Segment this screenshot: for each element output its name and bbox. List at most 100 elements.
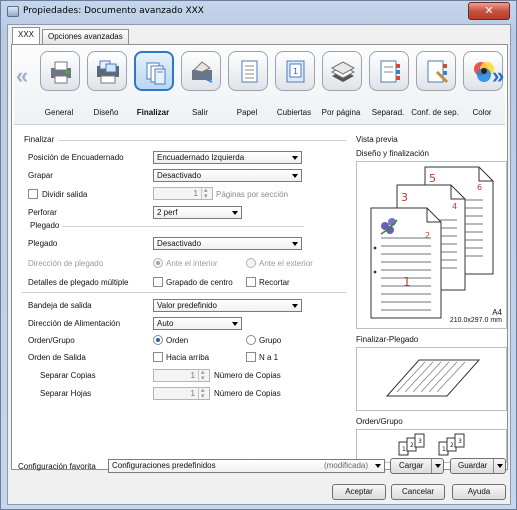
staple-label: Grapar: [28, 171, 53, 180]
fold-direction-label: Dirección de plegado: [28, 259, 104, 268]
divider: [62, 226, 304, 227]
chevron-down-icon: [292, 174, 298, 178]
feed-direction-select[interactable]: Auto: [153, 317, 242, 330]
tab-opciones-avanzadas[interactable]: Opciones avanzadas: [42, 29, 129, 44]
layout-preview: 5 6 3 4 2 1 A4 210.0x297.0 mm: [356, 161, 507, 329]
separate-copies-stepper[interactable]: 1: [153, 367, 210, 384]
split-output-checkbox[interactable]: [28, 189, 38, 199]
chevron-down-icon: [232, 211, 238, 215]
printer-app-icon: [7, 6, 19, 17]
separators-icon: [369, 51, 409, 91]
load-button-label: Cargar: [399, 461, 424, 470]
preview-panel: Vista previa Diseño y finalización 5 6 3…: [354, 127, 507, 469]
title-bar[interactable]: Propiedades: Documento avanzado XXX ✕: [1, 1, 516, 23]
toolbar-item-separad[interactable]: Separad.: [365, 51, 411, 123]
load-button[interactable]: Cargar: [390, 458, 444, 474]
chevron-down-icon[interactable]: [493, 459, 505, 473]
paper-size-mm: 210.0x297.0 mm: [449, 317, 502, 324]
group-radio[interactable]: [246, 335, 256, 345]
close-button[interactable]: ✕: [468, 2, 510, 20]
svg-text:2: 2: [450, 442, 454, 449]
chevron-down-icon: [292, 156, 298, 160]
chevron-down-icon[interactable]: [431, 459, 443, 473]
fold-outside-label: Ante el exterior: [259, 259, 313, 268]
order-radio[interactable]: [153, 335, 163, 345]
separate-sheets-label: Separar Hojas: [40, 389, 92, 398]
toolbar-item-papel[interactable]: Papel: [224, 51, 270, 123]
staple-select[interactable]: Desactivado: [153, 169, 302, 182]
favorites-select[interactable]: Configuraciones predefinidos (modificada…: [108, 459, 385, 473]
n-to-1-checkbox[interactable]: [246, 352, 256, 362]
trim-label: Recortar: [259, 278, 290, 287]
save-button[interactable]: Guardar: [450, 458, 506, 474]
divider: [22, 292, 346, 293]
chevron-down-icon: [292, 242, 298, 246]
output-tray-value: Valor predefinido: [157, 301, 217, 310]
binding-position-select[interactable]: Encuadernado Izquierda: [153, 151, 302, 164]
output-order-label: Orden de Salida: [28, 353, 86, 362]
punch-value: 2 perf: [157, 208, 178, 217]
pages-per-section-stepper[interactable]: 1: [153, 185, 213, 202]
staple-value: Desactivado: [157, 171, 202, 180]
punch-select[interactable]: 2 perf: [153, 206, 242, 219]
toolbar-item-por-pagina[interactable]: Por página: [318, 51, 364, 123]
preview-subtitle: Diseño y finalización: [356, 149, 429, 158]
toolbar-item-diseno[interactable]: Diseño: [83, 51, 129, 123]
stepper-arrows-icon[interactable]: [198, 385, 209, 402]
fold-outside-radio[interactable]: [246, 258, 256, 268]
output-icon: [181, 51, 221, 91]
properties-dialog: Propiedades: Documento avanzado XXX ✕ XX…: [0, 0, 517, 510]
face-up-checkbox[interactable]: [153, 352, 163, 362]
stepper-arrows-icon[interactable]: [198, 367, 209, 384]
separate-sheets-stepper[interactable]: 1: [153, 385, 210, 402]
covers-icon: 1: [275, 51, 315, 91]
page-number-3: 3: [401, 191, 408, 204]
trim-checkbox[interactable]: [246, 277, 256, 287]
section-plegado-title: Plegado: [30, 221, 60, 230]
collated-set-1: 1 2 3: [398, 433, 425, 456]
toolbar-item-conf-de-sep[interactable]: Conf. de sep.: [411, 51, 459, 123]
favorites-label: Configuración favorita: [18, 462, 96, 471]
scroll-right-icon[interactable]: »: [492, 63, 504, 89]
center-staple-label: Grapado de centro: [166, 278, 233, 287]
pages-per-section-unit: Páginas por sección: [216, 190, 289, 199]
finishing-icon: [134, 51, 174, 91]
svg-text:2: 2: [410, 442, 414, 449]
section-finalizar-title: Finalizar: [24, 135, 55, 144]
save-button-label: Guardar: [458, 461, 488, 470]
favorites-modified: (modificada): [323, 461, 368, 470]
binding-position-label: Posición de Encuadernado: [28, 153, 124, 162]
paper-size-a4: A4: [492, 308, 502, 317]
pages-per-section-value: 1: [193, 189, 198, 198]
svg-text:3: 3: [418, 438, 422, 445]
separate-sheets-value: 1: [190, 389, 195, 398]
divider: [58, 140, 346, 141]
fold-select[interactable]: Desactivado: [153, 237, 302, 250]
toolbar-item-finalizar[interactable]: Finalizar: [130, 51, 176, 123]
fold-label: Plegado: [28, 239, 58, 248]
fold-inside-radio[interactable]: [153, 258, 163, 268]
feed-direction-value: Auto: [157, 319, 174, 328]
favorites-value: Configuraciones predefinidos: [112, 461, 216, 470]
svg-text:1: 1: [442, 446, 446, 453]
toolbar-item-salir[interactable]: Salir: [177, 51, 223, 123]
output-tray-label: Bandeja de salida: [28, 301, 92, 310]
accept-button[interactable]: Aceptar: [332, 484, 386, 500]
tab-xxx[interactable]: XXX: [12, 27, 41, 44]
dialog-client: XXX Opciones avanzadas « General Diseño: [7, 24, 511, 505]
scroll-left-icon[interactable]: «: [16, 63, 28, 89]
help-button[interactable]: Ayuda: [452, 484, 506, 500]
chevron-down-icon: [232, 322, 238, 326]
window-title: Propiedades: Documento avanzado XXX: [23, 6, 204, 16]
chevron-down-icon: [375, 464, 381, 468]
fold-preview-caption: Finalizar-Plegado: [356, 335, 419, 344]
cancel-button[interactable]: Cancelar: [391, 484, 445, 500]
toolbar-item-general[interactable]: General: [36, 51, 82, 123]
paper-icon: [228, 51, 268, 91]
toolbar-item-cubiertas[interactable]: 1 Cubiertas: [271, 51, 317, 123]
toolbar-label-color: Color: [472, 108, 492, 117]
output-tray-select[interactable]: Valor predefinido: [153, 299, 302, 312]
center-staple-checkbox[interactable]: [153, 277, 163, 287]
stepper-arrows-icon[interactable]: [201, 185, 212, 202]
category-toolbar: « General Diseño Finalizar Salir Papel 1…: [14, 47, 505, 125]
